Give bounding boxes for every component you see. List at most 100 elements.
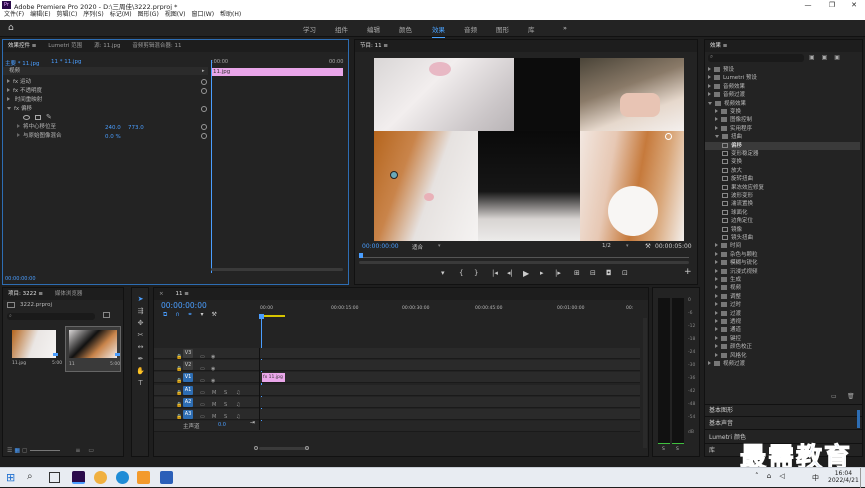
edge-taskbar-icon[interactable]	[116, 471, 129, 484]
program-playhead[interactable]	[359, 253, 363, 258]
effect-folder[interactable]: 透视	[705, 318, 860, 326]
effect-folder[interactable]: 视频效果	[705, 100, 860, 108]
settings-wrench-icon[interactable]: ⚒	[645, 242, 651, 250]
search-icon[interactable]: ⌕	[7, 313, 12, 319]
close-button[interactable]: ✕	[843, 0, 865, 10]
fit-dropdown-chevron-icon[interactable]: ▾	[438, 243, 441, 249]
play-button[interactable]: ▶	[523, 269, 529, 278]
effects-search-icon[interactable]: ⌕	[710, 54, 713, 61]
track-label-a3[interactable]: A3	[183, 410, 193, 419]
timeline-scrollbar[interactable]	[154, 446, 640, 450]
menu-clip[interactable]: 剪辑(C)	[56, 10, 77, 20]
essential-graphics-panel[interactable]: 基本图形	[709, 405, 733, 414]
selection-tool-icon[interactable]: ➤	[136, 295, 145, 304]
effect-folder[interactable]: 过渡	[705, 310, 860, 318]
ec-zoom-scrollbar[interactable]	[211, 268, 343, 271]
tab-lumetri-scopes[interactable]: Lumetri 范围	[43, 40, 87, 52]
param-blend-value[interactable]: 0.0 %	[105, 134, 121, 140]
lift-icon[interactable]: ⊞	[574, 269, 580, 277]
effect-folder[interactable]: 音频效果	[705, 83, 860, 91]
effect-item[interactable]: 镜像	[705, 226, 860, 234]
menu-view[interactable]: 视图(V)	[165, 10, 186, 20]
go-to-out-icon[interactable]: |▸	[555, 269, 561, 277]
workspace-more-icon[interactable]: »	[563, 24, 567, 32]
new-item-icon[interactable]: ▭	[88, 447, 94, 454]
motion-expand-icon[interactable]	[7, 79, 10, 83]
tab-source[interactable]: 源: 11.jpg	[89, 40, 125, 52]
sort-icon[interactable]: ≡	[75, 447, 80, 454]
quality-dropdown[interactable]: 1/2	[602, 243, 611, 249]
effect-folder[interactable]: 时间	[705, 242, 860, 250]
tray-volume-icon[interactable]: ◁	[779, 472, 784, 480]
effect-folder[interactable]: 图像控制	[705, 116, 860, 124]
workspace-color[interactable]: 颜色	[399, 24, 412, 34]
ripple-edit-tool-icon[interactable]: ✥	[136, 319, 145, 328]
windows-start-icon[interactable]: ⊞	[6, 472, 18, 484]
folder-expand-icon[interactable]	[715, 135, 719, 139]
maximize-button[interactable]: ❐	[821, 0, 843, 10]
voice-over-icons[interactable]: ♫ ♫ ♫	[236, 387, 240, 423]
new-bin-fx-icon[interactable]: ▭	[831, 393, 837, 400]
effect-folder[interactable]: 音频过渡	[705, 91, 860, 99]
meter-solo-right[interactable]: S	[676, 447, 679, 452]
effect-folder[interactable]: 沉浸式视频	[705, 268, 860, 276]
fx-motion[interactable]: fx 运动	[13, 79, 31, 85]
program-timecode[interactable]: 00:00:00:00	[362, 243, 399, 250]
tab-project[interactable]: 项目: 3222 ≡	[3, 288, 48, 300]
track-v2[interactable]	[154, 360, 640, 371]
delete-fx-icon[interactable]: 🗑	[847, 393, 855, 400]
effect-folder[interactable]: 预设	[705, 66, 860, 74]
timeline-timecode[interactable]: 00:00:00:00	[161, 301, 207, 310]
effect-item[interactable]: 偏移	[705, 141, 860, 150]
effect-item[interactable]: 边角定位	[705, 217, 860, 225]
yuv-filter-icon[interactable]: ▣	[834, 54, 840, 61]
add-marker-tl-icon[interactable]: ▾	[201, 311, 204, 318]
ellipse-mask-icon[interactable]	[23, 115, 30, 120]
work-area-bar[interactable]	[261, 315, 285, 317]
home-icon[interactable]: ⌂	[8, 23, 19, 34]
premiere-taskbar-icon[interactable]	[72, 471, 85, 484]
linked-select-icon[interactable]: ⚭	[188, 311, 193, 318]
track-v1[interactable]	[154, 372, 640, 383]
tray-chevron-icon[interactable]: ˄	[755, 472, 759, 480]
meter-solo-left[interactable]: S	[662, 447, 665, 452]
folder-expand-icon[interactable]	[708, 67, 711, 71]
step-forward-icon[interactable]: ▸	[540, 269, 544, 277]
menu-marker[interactable]: 标记(M)	[110, 10, 132, 20]
slip-tool-icon[interactable]: ↔	[136, 343, 145, 352]
mark-in-icon[interactable]: {	[459, 269, 463, 277]
opacity-expand-icon[interactable]	[7, 88, 10, 92]
master-end-icon[interactable]: ⇥	[250, 419, 255, 426]
workspace-libraries[interactable]: 库	[528, 24, 535, 34]
track-lock-icons[interactable]: 🔒 🔒 🔒	[176, 351, 182, 387]
folder-expand-icon[interactable]	[715, 109, 718, 113]
effect-folder[interactable]: 调整	[705, 293, 860, 301]
folder-expand-icon[interactable]	[715, 352, 718, 357]
effect-folder[interactable]: 风格化	[705, 352, 860, 360]
workspace-graphics[interactable]: 图形	[496, 24, 509, 34]
effect-folder[interactable]: 视频过渡	[705, 360, 860, 368]
program-video-frame[interactable]	[374, 58, 684, 241]
menu-sequence[interactable]: 序列(S)	[83, 10, 104, 20]
track-eye-icons[interactable]: ◉ ◉ ◉	[211, 351, 215, 387]
folder-expand-icon[interactable]	[715, 344, 718, 349]
show-desktop-button[interactable]	[860, 468, 861, 488]
accelerated-filter-icon[interactable]: ▣	[809, 54, 815, 61]
clock[interactable]: 16:04 2022/4/21	[828, 470, 859, 484]
workspace-effects[interactable]: 效果	[432, 24, 445, 38]
effect-folder[interactable]: 颜色校正	[705, 343, 860, 351]
tab-sequence-11[interactable]: 11 ≡	[171, 288, 194, 300]
pen-tool-icon[interactable]: ✒	[136, 355, 145, 364]
effect-folder[interactable]: 键控	[705, 335, 860, 343]
effect-item[interactable]: 球面化	[705, 209, 860, 217]
list-view-icon[interactable]: ☰	[7, 447, 12, 454]
effect-folder[interactable]: 杂色与颗粒	[705, 251, 860, 259]
export-frame-icon[interactable]: ◘	[606, 269, 612, 277]
track-select-tool-icon[interactable]: ⇶	[136, 307, 145, 316]
folder-expand-icon[interactable]	[715, 327, 718, 332]
track-label-a1[interactable]: A1	[183, 386, 193, 395]
libraries-panel[interactable]: 库	[709, 445, 715, 454]
folder-expand-icon[interactable]	[715, 260, 718, 265]
effect-folder[interactable]: 过时	[705, 301, 860, 309]
folder-expand-icon[interactable]	[708, 101, 712, 105]
